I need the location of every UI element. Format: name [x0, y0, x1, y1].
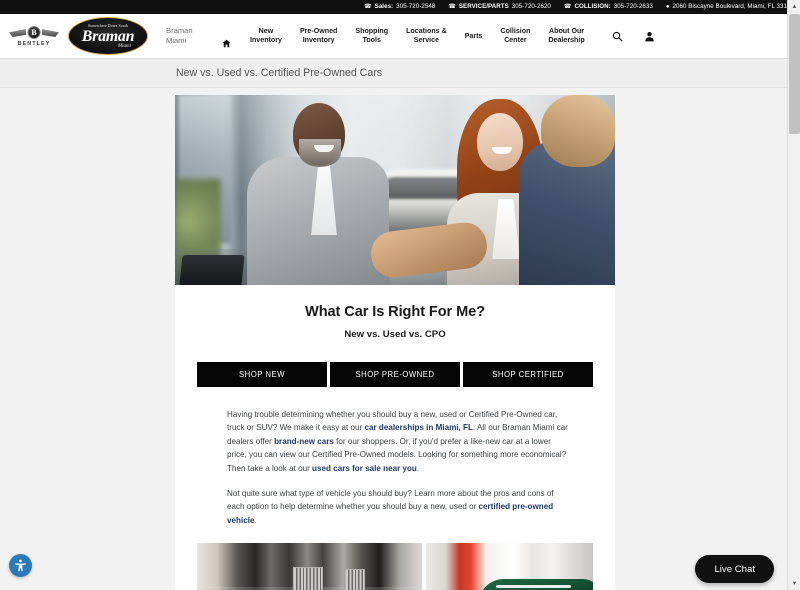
nav-item-shopping-tools[interactable]: Shopping Tools — [346, 27, 397, 45]
browser-page: ☎ Sales: 305-720-2548 ☎ SERVICE/PARTS 30… — [0, 0, 800, 590]
braman-miami-logo[interactable]: Somewhere Down South Braman Miami — [68, 17, 148, 55]
map-pin-icon: ● — [665, 3, 670, 10]
article-subheading: New vs. Used vs. CPO — [344, 329, 446, 340]
article-heading: What Car Is Right For Me? — [305, 304, 485, 320]
article-card: What Car Is Right For Me? New vs. Used v… — [175, 95, 615, 590]
brand-logo-group: B BENTLEY Somewhere Down South Braman Mi… — [0, 17, 152, 55]
collision-phone-number: 305-720-2633 — [613, 2, 653, 10]
cta-button-row: SHOP NEW SHOP PRE-OWNED SHOP CERTIFIED — [175, 340, 615, 387]
link-brand-new-cars[interactable]: brand-new cars — [274, 437, 334, 446]
nav-item-collision-center[interactable]: Collision Center — [491, 27, 539, 45]
sales-phone-link[interactable]: ☎ Sales: 305-720-2548 — [364, 2, 436, 10]
home-icon — [222, 30, 231, 48]
phone-icon: ☎ — [448, 3, 456, 10]
service-parts-phone-number: 305-720-2620 — [511, 2, 551, 10]
shop-certified-button[interactable]: SHOP CERTIFIED — [463, 362, 593, 387]
bentley-wordmark: BENTLEY — [17, 41, 51, 47]
pre-owned-cars-showroom-image — [426, 543, 593, 590]
scrollbar-thumb[interactable] — [789, 14, 800, 134]
link-car-dealerships-in-miami[interactable]: car dealerships in Miami, FL — [365, 423, 473, 432]
article-body: Having trouble determining whether you s… — [175, 387, 615, 527]
utility-contact-bar: ☎ Sales: 305-720-2548 ☎ SERVICE/PARTS 30… — [0, 0, 800, 14]
scroll-down-arrow-icon[interactable]: ▼ — [788, 577, 800, 590]
nav-item-locations-service[interactable]: Locations & Service — [397, 27, 456, 45]
braman-logo-location: Miami — [117, 43, 131, 49]
vertical-scrollbar[interactable]: ▲ ▼ — [787, 0, 800, 590]
content-background: What Car Is Right For Me? New vs. Used v… — [0, 88, 800, 590]
nav-item-pre-owned-inventory[interactable]: Pre-Owned Inventory — [291, 27, 346, 45]
page-title: New vs. Used vs. Certified Pre-Owned Car… — [176, 67, 383, 79]
paragraph-1: Having trouble determining whether you s… — [227, 408, 568, 475]
nav-item-parts[interactable]: Parts — [456, 32, 492, 41]
hero-image — [175, 95, 615, 285]
link-used-cars-for-sale-near-you[interactable]: used cars for sale near you — [312, 464, 417, 473]
live-chat-button[interactable]: Live Chat — [695, 555, 774, 583]
main-navigation: New Inventory Pre-Owned Inventory Shoppi… — [206, 21, 800, 51]
nav-item-home[interactable] — [212, 21, 241, 51]
collision-label: COLLISION: — [574, 2, 611, 10]
luxury-cars-showroom-image — [197, 543, 422, 590]
search-icon[interactable] — [612, 30, 624, 42]
paragraph-2: Not quite sure what type of vehicle you … — [227, 487, 568, 527]
braman-logo-wordmark: Braman — [81, 27, 135, 45]
p1-text-4: . — [416, 463, 420, 473]
shop-new-button[interactable]: SHOP NEW — [197, 362, 327, 387]
article-image-row — [175, 539, 615, 590]
phone-icon: ☎ — [364, 3, 372, 10]
bentley-wings-icon: B — [9, 25, 59, 40]
site-header: B BENTLEY Somewhere Down South Braman Mi… — [0, 14, 800, 59]
service-parts-label: SERVICE/PARTS — [458, 2, 509, 10]
service-parts-phone-link[interactable]: ☎ SERVICE/PARTS 305-720-2620 — [448, 2, 551, 10]
p2-text-2: . — [254, 515, 257, 525]
sales-phone-number: 305-720-2548 — [396, 2, 436, 10]
nav-item-about-our-dealership[interactable]: About Our Dealership — [539, 27, 593, 45]
bentley-logo[interactable]: B BENTLEY — [8, 25, 60, 47]
dealership-address-link[interactable]: ● 2060 Biscayne Boulevard, Miami, FL 331… — [665, 2, 794, 10]
header-icon-group — [594, 30, 656, 42]
phone-icon: ☎ — [563, 3, 572, 10]
collision-phone-link[interactable]: ☎ COLLISION: 305-720-2633 — [563, 2, 653, 10]
scroll-up-arrow-icon[interactable]: ▲ — [788, 0, 800, 13]
article-headings: What Car Is Right For Me? New vs. Used v… — [175, 285, 615, 340]
accessibility-widget-button[interactable] — [9, 554, 32, 577]
sales-phone-label: Sales: — [374, 2, 394, 10]
bentley-monogram: B — [27, 26, 41, 39]
user-account-icon[interactable] — [644, 30, 656, 42]
dealership-address: 2060 Biscayne Boulevard, Miami, FL 33137 — [672, 2, 794, 10]
dealer-name-label: Braman Miami — [166, 26, 193, 45]
nav-item-new-inventory[interactable]: New Inventory — [241, 27, 291, 45]
shop-pre-owned-button[interactable]: SHOP PRE-OWNED — [330, 362, 460, 387]
breadcrumb: New vs. Used vs. Certified Pre-Owned Car… — [0, 59, 800, 88]
accessibility-icon — [15, 559, 26, 572]
